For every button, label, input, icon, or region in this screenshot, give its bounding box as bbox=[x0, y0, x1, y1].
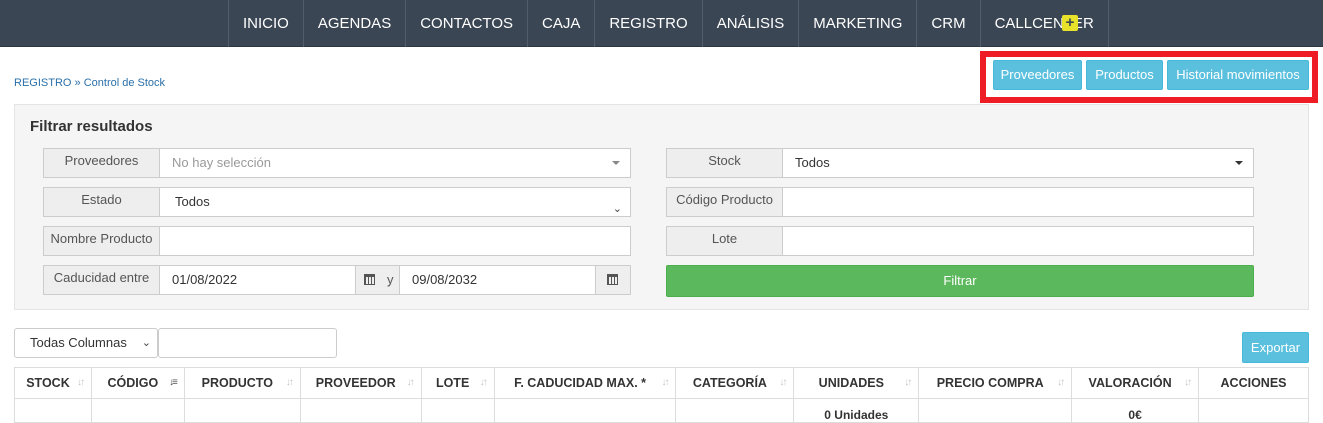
filter-panel: Filtrar resultados Proveedores No hay se… bbox=[14, 104, 1309, 310]
stock-value: Todos bbox=[795, 155, 830, 170]
table-cell bbox=[1198, 398, 1309, 423]
caret-down-icon bbox=[612, 161, 620, 165]
sort-icon: ↓↑ bbox=[1057, 377, 1065, 388]
table-cell bbox=[299, 398, 422, 423]
proveedores-placeholder: No hay selección bbox=[172, 155, 271, 170]
calendar-icon bbox=[364, 274, 375, 285]
nav-inicio[interactable]: INICIO bbox=[228, 0, 303, 47]
column-select-value: Todas Columnas bbox=[30, 335, 127, 350]
nav-analisis[interactable]: ANÁLISIS bbox=[701, 0, 799, 47]
th-proveedor[interactable]: PROVEEDOR ↓↑ bbox=[299, 367, 422, 399]
calendar-from-button[interactable]: y bbox=[355, 265, 400, 295]
table-cell bbox=[90, 398, 185, 423]
breadcrumb: REGISTRO » Control de Stock bbox=[14, 77, 165, 89]
estado-select[interactable]: Todos ⌄ bbox=[159, 187, 631, 217]
productos-button[interactable]: Productos bbox=[1086, 60, 1163, 90]
nav-registro[interactable]: REGISTRO bbox=[594, 0, 701, 47]
th-precio-compra[interactable]: PRECIO COMPRA ↓↑ bbox=[918, 367, 1073, 399]
th-categoria[interactable]: CATEGORÍA ↓↑ bbox=[675, 367, 795, 399]
total-valoracion: 0€ bbox=[1071, 398, 1200, 423]
th-label: PROVEEDOR bbox=[315, 376, 396, 390]
table-cell bbox=[675, 398, 795, 423]
filter-title: Filtrar resultados bbox=[30, 118, 153, 135]
nombre-producto-label: Nombre Producto bbox=[43, 226, 160, 256]
chevron-down-icon: ⌄ bbox=[141, 337, 151, 349]
th-producto[interactable]: PRODUCTO ↓↑ bbox=[183, 367, 301, 399]
estado-label: Estado bbox=[43, 187, 160, 217]
historial-movimientos-button[interactable]: Historial movimientos bbox=[1167, 60, 1309, 90]
th-label: PRECIO COMPRA bbox=[936, 376, 1044, 390]
breadcrumb-registro-link[interactable]: REGISTRO bbox=[14, 77, 71, 89]
codigo-producto-label: Código Producto bbox=[666, 187, 783, 217]
nav-contactos[interactable]: CONTACTOS bbox=[405, 0, 527, 47]
th-stock[interactable]: STOCK ↓↑ bbox=[14, 367, 92, 399]
table-cell bbox=[420, 398, 495, 423]
th-label: LOTE bbox=[435, 376, 470, 390]
sort-icon: ↓↑ bbox=[76, 377, 85, 388]
th-label: F. CADUCIDAD MAX. * bbox=[514, 376, 647, 390]
caret-down-icon bbox=[1235, 161, 1243, 165]
exportar-button[interactable]: Exportar bbox=[1242, 332, 1309, 363]
chevron-down-icon: ⌄ bbox=[612, 203, 622, 215]
nav-marketing[interactable]: MARKETING bbox=[798, 0, 916, 47]
table-header-row: STOCK ↓↑ CÓDIGO ↓≡ PRODUCTO ↓↑ PROVEEDOR ↓↑ … bbox=[14, 367, 1309, 399]
th-label: UNIDADES bbox=[818, 376, 884, 390]
calendar-icon bbox=[607, 274, 618, 285]
caducidad-label: Caducidad entre bbox=[43, 265, 160, 295]
top-navbar: INICIO AGENDAS CONTACTOS CAJA REGISTRO A… bbox=[0, 0, 1323, 47]
proveedores-select[interactable]: No hay selección bbox=[159, 148, 631, 178]
sort-asc-icon: ↓≡ bbox=[169, 377, 178, 388]
total-unidades: 0 Unidades bbox=[793, 398, 920, 423]
sort-icon: ↓↑ bbox=[779, 377, 787, 388]
nav-menu: INICIO AGENDAS CONTACTOS CAJA REGISTRO A… bbox=[228, 0, 1109, 47]
caducidad-and-label: y bbox=[387, 272, 394, 287]
th-acciones: ACCIONES bbox=[1198, 367, 1309, 399]
caducidad-from-input[interactable]: 01/08/2022 bbox=[159, 265, 356, 295]
stock-label: Stock bbox=[666, 148, 783, 178]
lote-label: Lote bbox=[666, 226, 783, 256]
caducidad-to-input[interactable]: 09/08/2032 bbox=[399, 265, 596, 295]
breadcrumb-separator: » bbox=[74, 77, 81, 89]
column-select[interactable]: Todas Columnas ⌄ bbox=[14, 328, 158, 358]
th-lote[interactable]: LOTE ↓↑ bbox=[420, 367, 495, 399]
table-cell bbox=[183, 398, 301, 423]
th-valoracion[interactable]: VALORACIÓN ↓↑ bbox=[1071, 367, 1200, 399]
nav-callcenter[interactable]: CALLCENTER bbox=[979, 0, 1109, 47]
th-label: VALORACIÓN bbox=[1088, 376, 1172, 390]
sort-icon: ↓↑ bbox=[285, 377, 294, 388]
th-label: CATEGORÍA bbox=[692, 376, 767, 390]
stock-table: STOCK ↓↑ CÓDIGO ↓≡ PRODUCTO ↓↑ PROVEEDOR ↓↑ … bbox=[14, 367, 1309, 423]
table-row: 0 Unidades 0€ bbox=[14, 398, 1309, 423]
sort-icon: ↓↑ bbox=[479, 377, 488, 388]
table-cell bbox=[14, 398, 92, 423]
calendar-to-button[interactable] bbox=[595, 265, 631, 295]
nav-crm[interactable]: CRM bbox=[916, 0, 979, 47]
th-codigo[interactable]: CÓDIGO ↓≡ bbox=[90, 367, 185, 399]
nav-agendas[interactable]: AGENDAS bbox=[302, 0, 405, 47]
estado-value: Todos bbox=[175, 194, 210, 209]
lote-input[interactable] bbox=[782, 226, 1254, 256]
th-unidades[interactable]: UNIDADES ↓↑ bbox=[793, 367, 920, 399]
table-search-input[interactable] bbox=[158, 328, 337, 358]
codigo-producto-input[interactable] bbox=[782, 187, 1254, 217]
filtrar-button[interactable]: Filtrar bbox=[666, 265, 1254, 297]
proveedores-label: Proveedores bbox=[43, 148, 160, 178]
table-cell bbox=[918, 398, 1073, 423]
th-label: STOCK bbox=[26, 376, 70, 390]
th-label: CÓDIGO bbox=[107, 376, 159, 390]
add-plus-icon[interactable]: + bbox=[1062, 15, 1078, 31]
table-cell bbox=[493, 398, 677, 423]
stock-select[interactable]: Todos bbox=[782, 148, 1254, 178]
sort-icon: ↓↑ bbox=[661, 377, 669, 388]
sort-icon: ↓↑ bbox=[406, 377, 415, 388]
nombre-producto-input[interactable] bbox=[159, 226, 631, 256]
sort-icon: ↓↑ bbox=[1184, 377, 1192, 388]
th-label: ACCIONES bbox=[1220, 376, 1287, 390]
sort-icon: ↓↑ bbox=[904, 377, 912, 388]
th-label: PRODUCTO bbox=[201, 376, 273, 390]
nav-caja[interactable]: CAJA bbox=[527, 0, 594, 47]
th-caducidad[interactable]: F. CADUCIDAD MAX. * ↓↑ bbox=[493, 367, 677, 399]
breadcrumb-current[interactable]: Control de Stock bbox=[84, 77, 165, 89]
proveedores-button[interactable]: Proveedores bbox=[993, 60, 1082, 90]
